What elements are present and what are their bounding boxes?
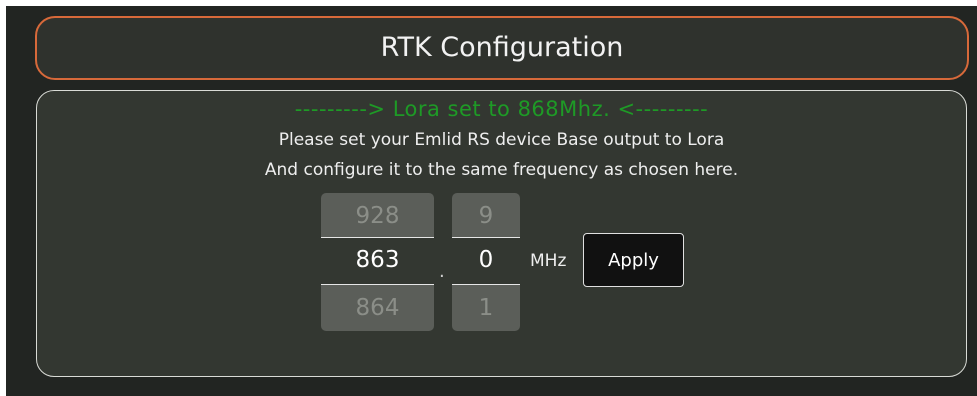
decimal-selection[interactable]: 0: [452, 237, 520, 285]
decimal-previous-value[interactable]: 9: [452, 193, 520, 239]
apply-button[interactable]: Apply: [583, 233, 684, 287]
decimal-next-value[interactable]: 1: [452, 285, 520, 331]
mhz-previous-value[interactable]: 928: [321, 193, 434, 239]
decimal-separator: .: [439, 261, 445, 282]
decimal-current-value: 0: [478, 247, 494, 273]
instruction-line-1: Please set your Emlid RS device Base out…: [278, 130, 725, 150]
app-screen: RTK Configuration ---------> Lora set to…: [6, 6, 977, 396]
page-title: RTK Configuration: [35, 16, 969, 80]
unit-label: MHz: [530, 251, 567, 271]
instruction-line-2: And configure it to the same frequency a…: [264, 160, 739, 180]
mhz-current-value: 863: [355, 247, 400, 273]
mhz-next-value[interactable]: 864: [321, 285, 434, 331]
lora-status-message: ---------> Lora set to 868Mhz. <--------…: [294, 97, 709, 121]
rtk-config-panel: ---------> Lora set to 868Mhz. <--------…: [36, 90, 967, 377]
mhz-selection[interactable]: 863: [321, 237, 434, 285]
